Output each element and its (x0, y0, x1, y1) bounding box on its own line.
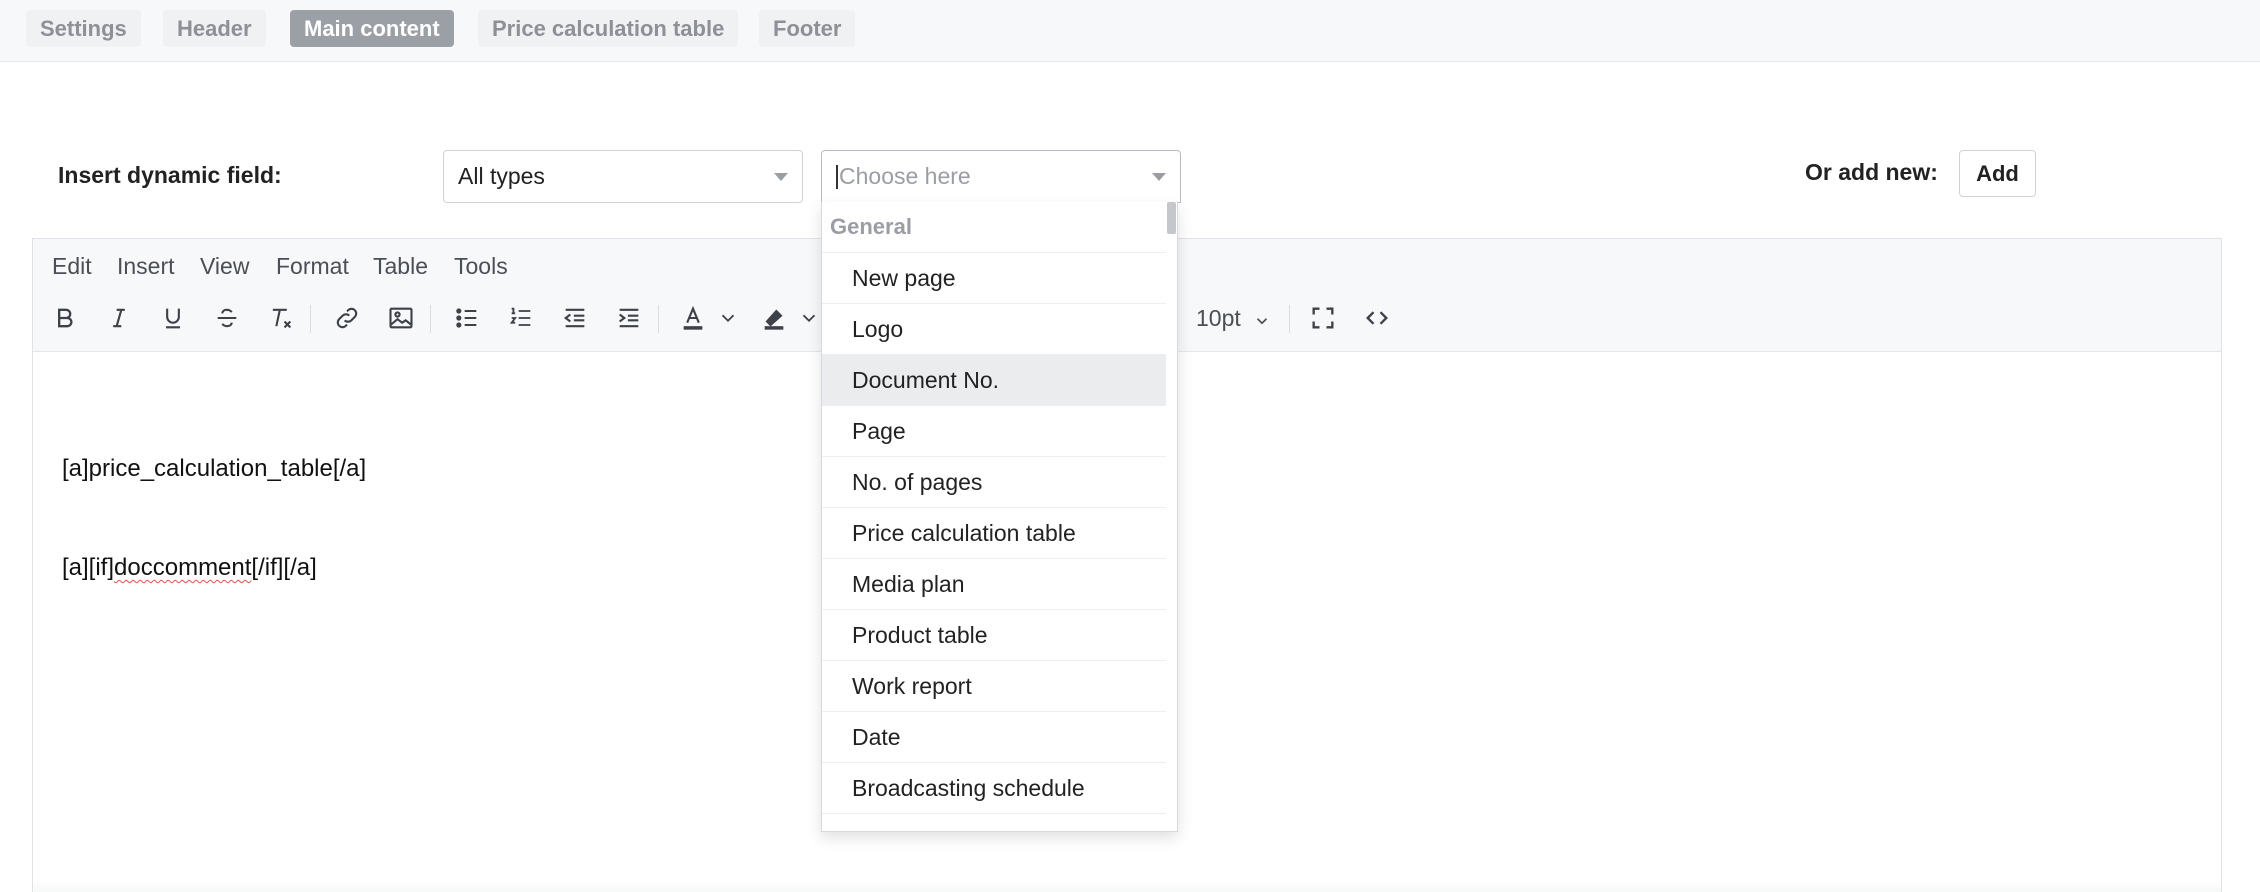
tab-header[interactable]: Header (163, 10, 266, 47)
option-date[interactable]: Date (822, 711, 1168, 762)
option-logo[interactable]: Logo (822, 303, 1168, 354)
text-color-icon[interactable] (676, 301, 710, 335)
option-new-page[interactable]: New page (822, 252, 1168, 303)
menu-tools[interactable]: Tools (454, 253, 508, 280)
option-no-of-pages[interactable]: No. of pages (822, 456, 1168, 507)
option-broadcasting-schedule[interactable]: Broadcasting schedule (822, 762, 1168, 813)
option-work-report[interactable]: Work report (822, 660, 1168, 711)
toolbar-divider (1289, 305, 1290, 333)
toolbar-divider (430, 305, 431, 333)
link-icon[interactable] (330, 301, 364, 335)
clear-formatting-icon[interactable] (264, 301, 298, 335)
field-type-value: All types (458, 163, 545, 189)
indent-icon[interactable] (612, 301, 646, 335)
font-size-select[interactable]: 10pt (1196, 305, 1241, 332)
italic-icon[interactable] (102, 301, 136, 335)
dropdown-scrollbar[interactable] (1166, 202, 1177, 831)
add-new-label: Or add new: (1805, 159, 1938, 185)
editor-bottom-shadow (33, 881, 2221, 892)
menu-edit[interactable]: Edit (52, 253, 92, 280)
menu-insert[interactable]: Insert (117, 253, 175, 280)
toolbar-divider (658, 305, 659, 333)
top-tab-bar: Settings Header Main content Price calcu… (0, 0, 2260, 62)
chevron-down-icon[interactable] (717, 301, 739, 335)
source-code-icon[interactable] (1360, 301, 1394, 335)
dropdown-scroll-thumb[interactable] (1167, 202, 1176, 234)
option-price-calculation-table[interactable]: Price calculation table (822, 507, 1168, 558)
outdent-icon[interactable] (558, 301, 592, 335)
option-partial (822, 813, 1168, 831)
chevron-down-icon[interactable] (798, 301, 820, 335)
tab-main-content[interactable]: Main content (290, 10, 454, 47)
menu-view[interactable]: View (200, 253, 249, 280)
toolbar-divider (310, 305, 311, 333)
numbered-list-icon[interactable] (504, 301, 538, 335)
underline-icon[interactable] (156, 301, 190, 335)
dropdown-group-label: General (830, 214, 912, 239)
chevron-down-icon (1152, 173, 1166, 181)
tab-footer[interactable]: Footer (759, 10, 856, 47)
dynamic-field-dropdown: General New page Logo Document No. Page … (821, 202, 1178, 832)
dynamic-field-select[interactable]: Choose here (821, 150, 1181, 203)
editor-text: [a][if] (62, 554, 115, 581)
option-product-table[interactable]: Product table (822, 609, 1168, 660)
editor-text: [/if][/a] (251, 554, 317, 581)
field-type-select[interactable]: All types (443, 150, 803, 203)
tab-price-calculation-table[interactable]: Price calculation table (478, 10, 739, 47)
strikethrough-icon[interactable] (210, 301, 244, 335)
bold-icon[interactable] (48, 301, 82, 335)
misspelled-word: doccomment (114, 554, 252, 581)
chevron-down-icon (774, 173, 788, 181)
editor-line-doccomment[interactable]: [a][if]doccomment[/if][/a] (62, 554, 317, 582)
insert-dynamic-field-label: Insert dynamic field: (58, 162, 282, 188)
menu-format[interactable]: Format (276, 253, 349, 280)
add-button[interactable]: Add (1959, 150, 2036, 197)
fullscreen-icon[interactable] (1306, 301, 1340, 335)
image-icon[interactable] (384, 301, 418, 335)
editor-line-price-table[interactable]: [a]price_calculation_table[/a] (62, 455, 366, 483)
text-cursor (836, 165, 838, 189)
bullet-list-icon[interactable] (450, 301, 484, 335)
tab-settings[interactable]: Settings (26, 10, 141, 47)
option-document-no[interactable]: Document No. (822, 354, 1168, 405)
option-media-plan[interactable]: Media plan (822, 558, 1168, 609)
highlight-color-icon[interactable] (757, 301, 791, 335)
chevron-down-icon[interactable] (1253, 312, 1271, 330)
option-page[interactable]: Page (822, 405, 1168, 456)
dynamic-field-placeholder: Choose here (839, 163, 971, 189)
menu-table[interactable]: Table (373, 253, 428, 280)
